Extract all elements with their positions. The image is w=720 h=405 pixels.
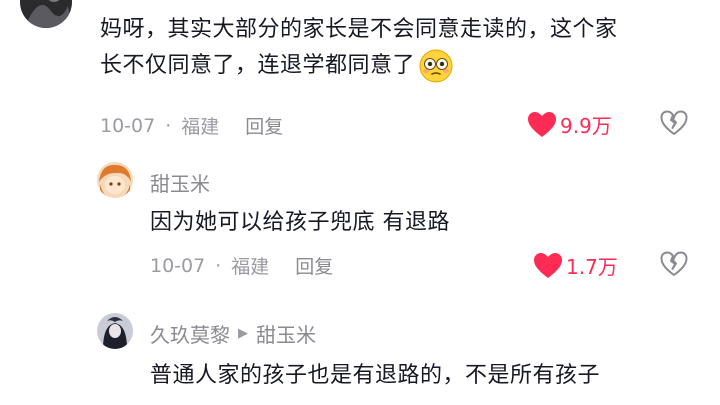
reply-to-arrow-icon: ▶ xyxy=(238,326,248,341)
comment-location: 福建 xyxy=(181,116,220,138)
reply-text: 因为她可以给孩子兜底 有退路 xyxy=(150,210,450,235)
reply-button[interactable]: 回复 xyxy=(245,112,283,139)
comment-text-line: 长不仅同意了，连退学都同意了 xyxy=(100,53,416,78)
avatar[interactable] xyxy=(97,313,133,349)
avatar[interactable] xyxy=(97,162,133,198)
comment-text: 妈呀，其实大部分的家长是不会同意走读的，这个家 长不仅同意了，连退学都同意了 xyxy=(100,12,710,84)
like-button[interactable]: 9.9万 xyxy=(528,110,612,139)
meta-separator: · xyxy=(215,254,222,277)
reply-username[interactable]: 甜玉米 xyxy=(150,168,210,197)
reply-location: 福建 xyxy=(231,256,270,278)
like-count: 9.9万 xyxy=(560,114,612,138)
comment-text-line: 妈呀，其实大部分的家长是不会同意走读的，这个家 xyxy=(100,17,618,42)
broken-heart-icon xyxy=(660,251,688,276)
comment-meta: 10-07 · 福建 回复 xyxy=(100,112,283,139)
reply-username-row: 久玖莫黎 ▶ 甜玉米 xyxy=(150,319,316,348)
like-button[interactable]: 1.7万 xyxy=(534,251,618,280)
comment-text-line-wrap: 长不仅同意了，连退学都同意了 xyxy=(100,48,710,84)
avatar[interactable] xyxy=(20,0,72,28)
broken-heart-icon xyxy=(660,110,688,135)
heart-icon xyxy=(528,111,556,137)
flushed-face-emoji-icon xyxy=(419,49,453,83)
meta-separator: · xyxy=(165,114,172,137)
reply-text: 普通人家的孩子也是有退路的，不是所有孩子 xyxy=(150,363,601,388)
reply-meta: 10-07 · 福建 回复 xyxy=(150,252,333,279)
reply-button[interactable]: 回复 xyxy=(295,252,333,279)
dislike-button[interactable] xyxy=(660,251,688,281)
reply-to-username[interactable]: 甜玉米 xyxy=(256,319,316,348)
comment-date: 10-07 xyxy=(100,114,156,137)
like-count: 1.7万 xyxy=(566,255,618,279)
reply-date: 10-07 xyxy=(150,254,206,277)
dislike-button[interactable] xyxy=(660,110,688,140)
heart-icon xyxy=(534,252,562,278)
reply-username[interactable]: 久玖莫黎 xyxy=(150,319,230,348)
